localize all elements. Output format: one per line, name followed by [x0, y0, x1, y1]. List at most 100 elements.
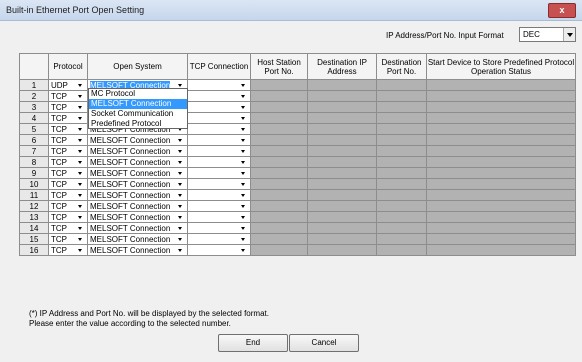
chevron-down-icon[interactable]	[75, 180, 87, 189]
close-button[interactable]: x	[548, 3, 576, 18]
chevron-down-icon[interactable]	[75, 158, 87, 167]
chevron-down-icon[interactable]	[238, 191, 250, 200]
protocol-select[interactable]: UDP	[48, 79, 88, 91]
chevron-down-icon[interactable]	[175, 213, 187, 222]
chevron-down-icon[interactable]	[238, 224, 250, 233]
protocol-select[interactable]: TCP	[48, 178, 88, 190]
open-system-select[interactable]: MELSOFT Connection	[87, 233, 188, 245]
chevron-down-icon[interactable]	[175, 191, 187, 200]
chevron-down-icon[interactable]	[238, 147, 250, 156]
chevron-down-icon[interactable]	[563, 28, 575, 41]
open-system-dropdown-list[interactable]: MC Protocol MELSOFT Connection Socket Co…	[88, 88, 188, 129]
chevron-down-icon[interactable]	[238, 180, 250, 189]
chevron-down-icon[interactable]	[175, 180, 187, 189]
chevron-down-icon[interactable]	[75, 136, 87, 145]
open-system-select[interactable]: MELSOFT Connection	[87, 200, 188, 212]
protocol-select[interactable]: TCP	[48, 244, 88, 256]
protocol-select[interactable]: TCP	[48, 134, 88, 146]
protocol-select[interactable]: TCP	[48, 90, 88, 102]
tcp-connection-select[interactable]	[187, 123, 251, 135]
cancel-button[interactable]: Cancel	[289, 334, 359, 352]
tcp-connection-select[interactable]	[187, 222, 251, 234]
chevron-down-icon[interactable]	[175, 136, 187, 145]
dropdown-item[interactable]: MELSOFT Connection	[89, 99, 187, 109]
dest-port-cell	[376, 79, 427, 91]
protocol-select[interactable]: TCP	[48, 123, 88, 135]
tcp-connection-select[interactable]	[187, 244, 251, 256]
tcp-connection-select[interactable]	[187, 200, 251, 212]
protocol-select[interactable]: TCP	[48, 233, 88, 245]
open-system-select[interactable]: MELSOFT Connection	[87, 134, 188, 146]
chevron-down-icon[interactable]	[175, 169, 187, 178]
protocol-select[interactable]: TCP	[48, 200, 88, 212]
chevron-down-icon[interactable]	[75, 224, 87, 233]
open-system-select[interactable]: MELSOFT Connection	[87, 211, 188, 223]
protocol-select[interactable]: TCP	[48, 167, 88, 179]
row-number-value: 1	[31, 80, 37, 90]
chevron-down-icon[interactable]	[75, 246, 87, 255]
open-system-select[interactable]: MELSOFT Connection	[87, 222, 188, 234]
chevron-down-icon[interactable]	[238, 235, 250, 244]
chevron-down-icon[interactable]	[238, 202, 250, 211]
chevron-down-icon[interactable]	[75, 125, 87, 134]
chevron-down-icon[interactable]	[75, 191, 87, 200]
tcp-connection-select[interactable]	[187, 79, 251, 91]
chevron-down-icon[interactable]	[75, 169, 87, 178]
tcp-connection-select[interactable]	[187, 112, 251, 124]
tcp-connection-select[interactable]	[187, 134, 251, 146]
protocol-select[interactable]: TCP	[48, 156, 88, 168]
tcp-connection-select[interactable]	[187, 167, 251, 179]
chevron-down-icon[interactable]	[238, 158, 250, 167]
chevron-down-icon[interactable]	[175, 202, 187, 211]
chevron-down-icon[interactable]	[175, 147, 187, 156]
protocol-select[interactable]: TCP	[48, 222, 88, 234]
tcp-connection-select[interactable]	[187, 233, 251, 245]
chevron-down-icon[interactable]	[238, 92, 250, 101]
chevron-down-icon[interactable]	[75, 202, 87, 211]
dropdown-item[interactable]: MC Protocol	[89, 89, 187, 99]
tcp-connection-select[interactable]	[187, 189, 251, 201]
chevron-down-icon[interactable]	[75, 114, 87, 123]
chevron-down-icon[interactable]	[75, 103, 87, 112]
chevron-down-icon[interactable]	[238, 103, 250, 112]
end-button[interactable]: End	[218, 334, 288, 352]
tcp-connection-select[interactable]	[187, 156, 251, 168]
chevron-down-icon[interactable]	[238, 125, 250, 134]
open-system-select[interactable]: MELSOFT Connection	[87, 244, 188, 256]
protocol-select[interactable]: TCP	[48, 112, 88, 124]
dest-ip-cell	[307, 200, 377, 212]
tcp-connection-select[interactable]	[187, 101, 251, 113]
protocol-select[interactable]: TCP	[48, 101, 88, 113]
chevron-down-icon[interactable]	[175, 158, 187, 167]
chevron-down-icon[interactable]	[75, 213, 87, 222]
chevron-down-icon[interactable]	[175, 246, 187, 255]
open-system-select[interactable]: MELSOFT Connection	[87, 167, 188, 179]
open-system-select[interactable]: MELSOFT Connection	[87, 178, 188, 190]
chevron-down-icon[interactable]	[75, 81, 87, 90]
chevron-down-icon[interactable]	[238, 114, 250, 123]
open-system-select[interactable]: MELSOFT Connection	[87, 189, 188, 201]
chevron-down-icon[interactable]	[238, 81, 250, 90]
chevron-down-icon[interactable]	[238, 246, 250, 255]
row-number-value: 2	[31, 91, 37, 101]
open-system-select[interactable]: MELSOFT Connection	[87, 156, 188, 168]
chevron-down-icon[interactable]	[175, 224, 187, 233]
chevron-down-icon[interactable]	[175, 235, 187, 244]
input-format-select[interactable]: DEC	[519, 27, 576, 42]
protocol-select[interactable]: TCP	[48, 189, 88, 201]
chevron-down-icon[interactable]	[238, 136, 250, 145]
tcp-connection-select[interactable]	[187, 90, 251, 102]
protocol-select[interactable]: TCP	[48, 145, 88, 157]
dropdown-item[interactable]: Socket Communication	[89, 109, 187, 119]
tcp-connection-select[interactable]	[187, 145, 251, 157]
open-system-select[interactable]: MELSOFT Connection	[87, 145, 188, 157]
chevron-down-icon[interactable]	[75, 147, 87, 156]
chevron-down-icon[interactable]	[75, 92, 87, 101]
dropdown-item[interactable]: Predefined Protocol	[89, 119, 187, 129]
protocol-select[interactable]: TCP	[48, 211, 88, 223]
chevron-down-icon[interactable]	[238, 213, 250, 222]
chevron-down-icon[interactable]	[75, 235, 87, 244]
tcp-connection-select[interactable]	[187, 211, 251, 223]
tcp-connection-select[interactable]	[187, 178, 251, 190]
chevron-down-icon[interactable]	[238, 169, 250, 178]
